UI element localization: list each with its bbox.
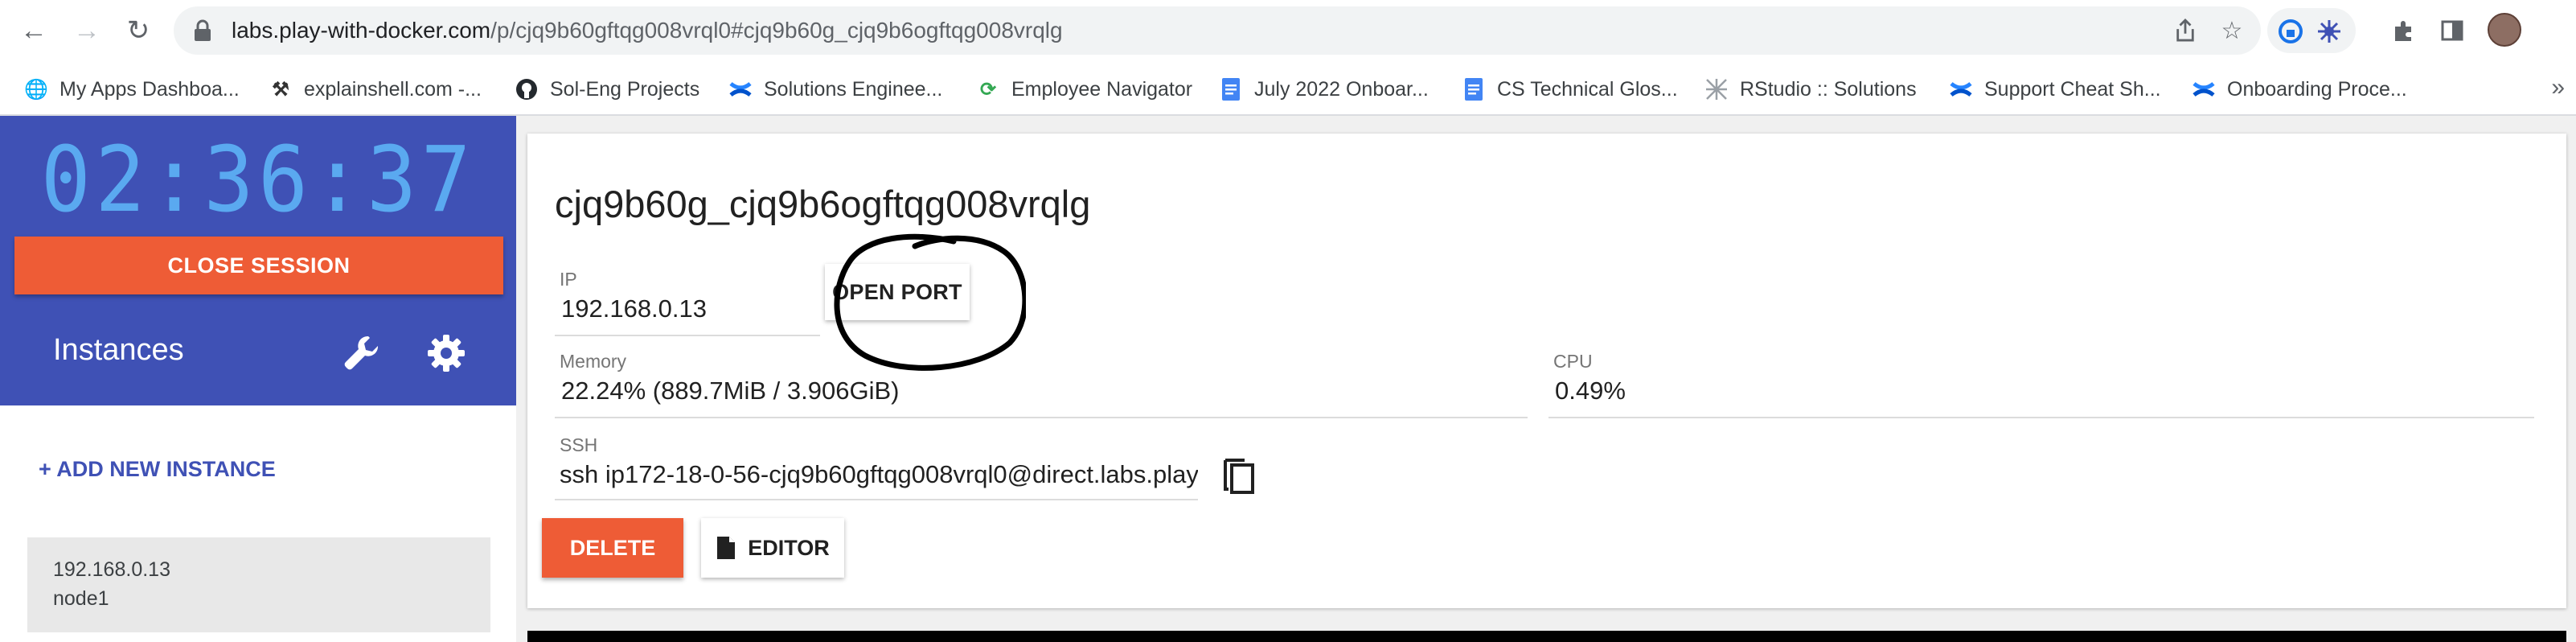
open-port-button[interactable]: OPEN PORT	[825, 264, 970, 320]
privacy-extension-icon[interactable]	[2279, 19, 2303, 43]
back-arrow-icon[interactable]: ←	[16, 13, 51, 48]
lock-icon	[195, 19, 211, 41]
sidebar-divider	[516, 116, 527, 642]
cpu-underline	[1548, 417, 2534, 418]
bookmark-item[interactable]: CS Technical Glos...	[1462, 63, 1678, 116]
burst-extension-icon[interactable]	[2317, 19, 2341, 43]
copy-icon[interactable]	[1220, 454, 1257, 494]
url-text: labs.play-with-docker.com/p/cjq9b60gftqg…	[232, 6, 1063, 55]
memory-value: 22.24% (889.7MiB / 3.906GiB)	[561, 377, 900, 405]
editor-button[interactable]: EDITOR	[701, 518, 844, 578]
extensions-group	[2267, 8, 2356, 53]
bookmark-label: Support Cheat Sh...	[1984, 77, 2161, 101]
memory-label: Memory	[560, 351, 627, 372]
bookmark-item[interactable]: Onboarding Proce...	[2192, 63, 2407, 116]
globe-icon: 🌐	[24, 78, 48, 101]
bookmark-label: July 2022 Onboar...	[1254, 77, 1429, 101]
sidebar: 02:36:37 CLOSE SESSION Instances + ADD N…	[0, 116, 516, 642]
reload-icon[interactable]: ↻	[121, 13, 156, 48]
bookmark-label: Employee Navigator	[1011, 77, 1193, 101]
puzzle-icon[interactable]	[2391, 18, 2417, 43]
add-new-instance-button[interactable]: + ADD NEW INSTANCE	[39, 457, 276, 482]
instance-name: node1	[53, 587, 109, 610]
delete-button[interactable]: DELETE	[542, 518, 683, 578]
browser-toolbar: ← → ↻ labs.play-with-docker.com/p/cjq9b6…	[0, 0, 2576, 63]
bookmark-item[interactable]: 🌐 My Apps Dashboa...	[24, 63, 240, 116]
bookmark-label: Sol-Eng Projects	[550, 77, 700, 101]
ip-value: 192.168.0.13	[561, 294, 708, 323]
bookmark-item[interactable]: ⚒ explainshell.com -...	[269, 63, 482, 116]
bookmark-item[interactable]: July 2022 Onboar...	[1219, 63, 1429, 116]
instance-list-item[interactable]: 192.168.0.13 node1	[27, 537, 490, 632]
confluence-icon	[728, 77, 753, 101]
bookmark-label: explainshell.com -...	[304, 77, 482, 101]
navigator-icon: ⟳	[979, 78, 997, 101]
terminal-panel[interactable]	[527, 631, 2566, 642]
bookmark-item[interactable]: ⟳ Employee Navigator	[976, 63, 1192, 116]
bookmark-label: CS Technical Glos...	[1497, 77, 1678, 101]
url-host: labs.play-with-docker.com	[232, 18, 491, 43]
bookmark-label: Solutions Enginee...	[764, 77, 943, 101]
ssh-command: ssh ip172-18-0-56-cjq9b60gftqg008vrql0@d…	[560, 460, 1198, 488]
ssh-underline	[555, 499, 1198, 500]
close-session-button[interactable]: CLOSE SESSION	[14, 237, 503, 294]
ssh-field[interactable]: ssh ip172-18-0-56-cjq9b60gftqg008vrql0@d…	[555, 436, 1198, 494]
bookmarks-bar: 🌐 My Apps Dashboa... ⚒ explainshell.com …	[0, 63, 2576, 116]
star-icon[interactable]: ☆	[2219, 18, 2245, 44]
main-panel: cjq9b60g_cjq9b6ogftqg008vrqlg IP 192.168…	[527, 116, 2576, 642]
ip-underline	[555, 335, 820, 336]
share-icon[interactable]	[2172, 18, 2198, 43]
url-path: /p/cjq9b60gftqg008vrql0#cjq9b60g_cjq9b6o…	[490, 18, 1063, 43]
session-timer: 02:36:37	[40, 128, 476, 233]
bookmark-item[interactable]: Sol-Eng Projects	[515, 63, 699, 116]
bookmarks-overflow-button[interactable]: »	[2551, 74, 2565, 101]
instance-ip: 192.168.0.13	[53, 558, 170, 581]
file-icon	[717, 537, 736, 559]
bookmark-label: RStudio :: Solutions	[1740, 77, 1917, 101]
bookmark-item[interactable]: RStudio :: Solutions	[1704, 63, 1917, 116]
forward-arrow-icon[interactable]: →	[69, 13, 105, 48]
shell-icon: ⚒	[272, 78, 289, 101]
rstudio-icon	[1704, 77, 1729, 101]
bookmark-item[interactable]: Support Cheat Sh...	[1949, 63, 2161, 116]
google-doc-icon	[1219, 77, 1243, 101]
google-doc-icon	[1462, 77, 1486, 101]
address-bar[interactable]: labs.play-with-docker.com/p/cjq9b60gftqg…	[174, 6, 2261, 55]
gear-icon[interactable]	[426, 333, 466, 373]
confluence-icon	[1949, 77, 1973, 101]
ip-label: IP	[560, 269, 577, 290]
bookmark-item[interactable]: Solutions Enginee...	[728, 63, 942, 116]
instance-title: cjq9b60g_cjq9b6ogftqg008vrqlg	[555, 183, 1091, 225]
wrench-icon[interactable]	[341, 331, 383, 373]
github-icon	[515, 77, 539, 101]
instances-title: Instances	[53, 333, 184, 367]
bookmark-label: My Apps Dashboa...	[59, 77, 240, 101]
instance-details-card: cjq9b60g_cjq9b6ogftqg008vrqlg IP 192.168…	[527, 134, 2566, 608]
bookmark-label: Onboarding Proce...	[2227, 77, 2407, 101]
cpu-label: CPU	[1553, 351, 1593, 372]
play-with-docker-page: 02:36:37 CLOSE SESSION Instances + ADD N…	[0, 116, 2576, 642]
sidebar-header: 02:36:37 CLOSE SESSION Instances	[0, 116, 516, 405]
side-panel-icon[interactable]	[2439, 18, 2465, 43]
confluence-icon	[2192, 77, 2216, 101]
cpu-value: 0.49%	[1555, 377, 1626, 405]
editor-label: EDITOR	[748, 535, 830, 560]
memory-underline	[555, 417, 1528, 418]
profile-avatar[interactable]	[2488, 13, 2521, 47]
